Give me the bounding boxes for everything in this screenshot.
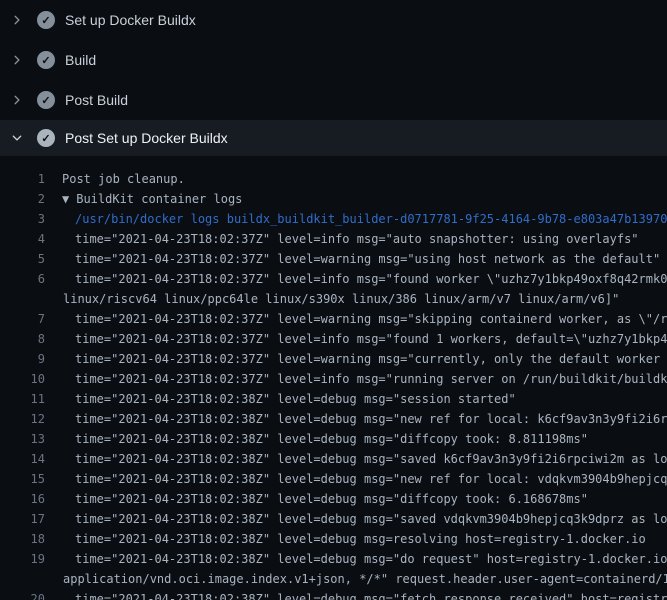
log-line: 7 time="2021-04-23T18:02:37Z" level=warn… xyxy=(0,309,667,329)
log-line-number[interactable]: 9 xyxy=(0,349,45,369)
step-row-post-set-up-docker-buildx[interactable]: ✓ Post Set up Docker Buildx xyxy=(0,120,667,156)
log-line-number[interactable]: 18 xyxy=(0,529,45,549)
log-line-group-header: 2 ▼BuildKit container logs xyxy=(0,189,667,209)
log-line: 9 time="2021-04-23T18:02:37Z" level=warn… xyxy=(0,349,667,369)
log-line-text: application/vnd.oci.image.index.v1+json,… xyxy=(45,569,667,589)
log-line: 12 time="2021-04-23T18:02:38Z" level=deb… xyxy=(0,409,667,429)
step-label: Set up Docker Buildx xyxy=(65,12,196,28)
log-line: 1 Post job cleanup. xyxy=(0,169,667,189)
log-viewer: 1 Post job cleanup. 2 ▼BuildKit containe… xyxy=(0,156,667,600)
log-line-text: time="2021-04-23T18:02:37Z" level=warnin… xyxy=(45,309,667,329)
step-row-build[interactable]: ✓ Build xyxy=(0,40,667,80)
log-line-text: time="2021-04-23T18:02:37Z" level=info m… xyxy=(45,369,667,389)
log-line-number[interactable]: 3 xyxy=(0,209,45,229)
chevron-right-icon xyxy=(11,94,23,106)
log-line-text: time="2021-04-23T18:02:37Z" level=info m… xyxy=(45,269,667,289)
log-line-number[interactable]: 2 xyxy=(0,189,45,209)
log-line-number[interactable]: 8 xyxy=(0,329,45,349)
log-line-text: time="2021-04-23T18:02:38Z" level=debug … xyxy=(45,589,667,600)
log-line-text: time="2021-04-23T18:02:37Z" level=info m… xyxy=(45,329,667,349)
log-line-text: time="2021-04-23T18:02:37Z" level=info m… xyxy=(45,229,639,249)
log-line-text: ▼BuildKit container logs xyxy=(45,189,242,209)
check-circle-icon: ✓ xyxy=(37,51,55,69)
log-line: 5 time="2021-04-23T18:02:37Z" level=warn… xyxy=(0,249,667,269)
log-line-continuation: linux/riscv64 linux/ppc64le linux/s390x … xyxy=(0,289,667,309)
check-circle-icon: ✓ xyxy=(37,11,55,29)
log-line-text: linux/riscv64 linux/ppc64le linux/s390x … xyxy=(45,289,619,309)
log-line-number[interactable]: 5 xyxy=(0,249,45,269)
log-line-number[interactable]: 19 xyxy=(0,549,45,569)
log-line: 13 time="2021-04-23T18:02:38Z" level=deb… xyxy=(0,429,667,449)
log-line: 10 time="2021-04-23T18:02:37Z" level=inf… xyxy=(0,369,667,389)
log-line-number[interactable]: 17 xyxy=(0,509,45,529)
log-line-number[interactable]: 7 xyxy=(0,309,45,329)
log-line-number[interactable]: 15 xyxy=(0,469,45,489)
log-line-command: 3 /usr/bin/docker logs buildx_buildkit_b… xyxy=(0,209,667,229)
log-line-number xyxy=(0,289,45,309)
log-line: 4 time="2021-04-23T18:02:37Z" level=info… xyxy=(0,229,667,249)
check-circle-icon: ✓ xyxy=(37,129,55,147)
log-line: 20 time="2021-04-23T18:02:38Z" level=deb… xyxy=(0,589,667,600)
step-label: Post Build xyxy=(65,92,128,108)
log-line-number[interactable]: 12 xyxy=(0,409,45,429)
log-line-text: time="2021-04-23T18:02:38Z" level=debug … xyxy=(45,509,667,529)
log-line-number[interactable]: 16 xyxy=(0,489,45,509)
actions-log-panel: ✓ Set up Docker Buildx ✓ Build ✓ Post Bu… xyxy=(0,0,667,600)
step-row-post-build[interactable]: ✓ Post Build xyxy=(0,80,667,120)
step-label: Build xyxy=(65,52,96,68)
log-line-number[interactable]: 4 xyxy=(0,229,45,249)
log-line: 6 time="2021-04-23T18:02:37Z" level=info… xyxy=(0,269,667,289)
log-line-number[interactable]: 10 xyxy=(0,369,45,389)
log-command-text: /usr/bin/docker logs buildx_buildkit_bui… xyxy=(45,209,667,229)
log-line: 17 time="2021-04-23T18:02:38Z" level=deb… xyxy=(0,509,667,529)
log-line-text: Post job cleanup. xyxy=(45,169,185,189)
step-row-set-up-docker-buildx[interactable]: ✓ Set up Docker Buildx xyxy=(0,0,667,40)
log-line-continuation: application/vnd.oci.image.index.v1+json,… xyxy=(0,569,667,589)
log-line-text: time="2021-04-23T18:02:38Z" level=debug … xyxy=(45,389,516,409)
log-line: 19 time="2021-04-23T18:02:38Z" level=deb… xyxy=(0,549,667,569)
log-line-number[interactable]: 11 xyxy=(0,389,45,409)
log-line-number[interactable]: 14 xyxy=(0,449,45,469)
log-line-number xyxy=(0,569,45,589)
log-line: 16 time="2021-04-23T18:02:38Z" level=deb… xyxy=(0,489,667,509)
log-line-text: time="2021-04-23T18:02:38Z" level=debug … xyxy=(45,429,588,449)
log-line-text: time="2021-04-23T18:02:38Z" level=debug … xyxy=(45,469,667,489)
log-line-text: time="2021-04-23T18:02:37Z" level=warnin… xyxy=(45,349,667,369)
chevron-right-icon xyxy=(11,14,23,26)
log-line-number[interactable]: 20 xyxy=(0,589,45,600)
log-line: 15 time="2021-04-23T18:02:38Z" level=deb… xyxy=(0,469,667,489)
log-line: 8 time="2021-04-23T18:02:37Z" level=info… xyxy=(0,329,667,349)
chevron-down-icon xyxy=(11,132,23,144)
log-line-number[interactable]: 13 xyxy=(0,429,45,449)
group-title: BuildKit container logs xyxy=(76,192,242,206)
check-circle-icon: ✓ xyxy=(37,91,55,109)
log-line-text: time="2021-04-23T18:02:38Z" level=debug … xyxy=(45,449,667,469)
chevron-right-icon xyxy=(11,54,23,66)
log-line: 11 time="2021-04-23T18:02:38Z" level=deb… xyxy=(0,389,667,409)
log-line-number[interactable]: 1 xyxy=(0,169,45,189)
log-line-text: time="2021-04-23T18:02:38Z" level=debug … xyxy=(45,409,667,429)
log-line-text: time="2021-04-23T18:02:38Z" level=debug … xyxy=(45,529,646,549)
group-collapse-icon[interactable]: ▼ xyxy=(62,192,76,206)
log-line-text: time="2021-04-23T18:02:38Z" level=debug … xyxy=(45,549,667,569)
log-line: 14 time="2021-04-23T18:02:38Z" level=deb… xyxy=(0,449,667,469)
log-line-number[interactable]: 6 xyxy=(0,269,45,289)
step-label: Post Set up Docker Buildx xyxy=(65,130,228,146)
log-line-text: time="2021-04-23T18:02:37Z" level=warnin… xyxy=(45,249,660,269)
log-line-text: time="2021-04-23T18:02:38Z" level=debug … xyxy=(45,489,588,509)
log-line: 18 time="2021-04-23T18:02:38Z" level=deb… xyxy=(0,529,667,549)
